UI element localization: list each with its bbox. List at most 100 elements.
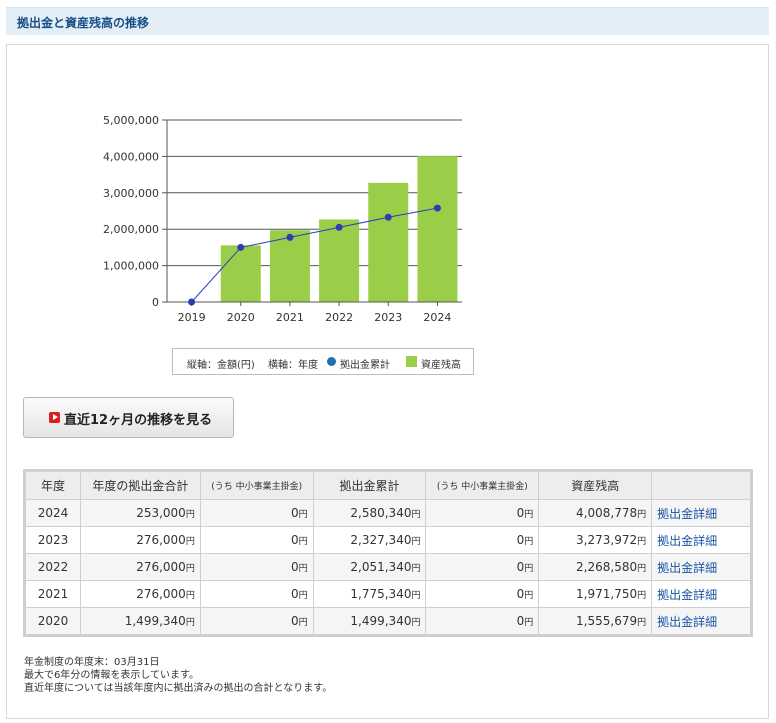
x-tick-label: 2022	[325, 311, 353, 324]
asset-bar	[417, 156, 458, 302]
contribution-point	[286, 233, 294, 241]
yen-unit: 円	[411, 537, 421, 547]
yen-unit: 円	[524, 510, 534, 520]
yen-unit: 円	[298, 618, 308, 628]
yen-unit: 円	[185, 591, 195, 601]
view-12-months-button[interactable]: 直近12ヶ月の推移を見る	[23, 397, 234, 438]
yen-unit: 円	[411, 564, 421, 574]
view-12-months-label: 直近12ヶ月の推移を見る	[64, 413, 213, 428]
cell-assets-value: 1,555,679	[576, 614, 638, 628]
table-row: 2023 276,000円 0円 2,327,340円 0円 3,273,972円 拠出金詳…	[25, 526, 751, 554]
cell-cumulative-value: 2,051,340	[350, 560, 412, 574]
yen-unit: 円	[637, 591, 647, 601]
contribution-detail-link[interactable]: 拠出金詳細	[657, 534, 717, 548]
cell-cumulative-value: 1,499,340	[350, 614, 412, 628]
yen-unit: 円	[185, 537, 195, 547]
cell-annual-total-value: 276,000	[136, 560, 186, 574]
cell-year-value: 2023	[37, 533, 69, 547]
header-cumulative: 拠出金累計	[312, 471, 427, 500]
y-tick-label: 3,000,000	[103, 187, 159, 200]
cell-annual-total: 276,000円	[79, 553, 201, 581]
cell-annual-sme-value: 0	[290, 506, 299, 520]
cell-annual-sme-value: 0	[290, 614, 299, 628]
y-tick-label: 1,000,000	[103, 260, 159, 273]
note-fiscal-year-end: 年金制度の年度末：03月31日	[24, 657, 160, 668]
yen-unit: 円	[298, 591, 308, 601]
contribution-detail-link[interactable]: 拠出金詳細	[657, 588, 717, 602]
legend-contrib-marker	[327, 357, 336, 366]
cell-year: 2021	[25, 580, 81, 608]
cell-cumulative: 1,499,340円	[312, 607, 427, 635]
cell-cumulative: 1,775,340円	[312, 580, 427, 608]
x-tick-label: 2019	[178, 311, 206, 324]
yen-unit: 円	[637, 537, 647, 547]
cell-annual-total-value: 253,000	[136, 506, 186, 520]
cell-cumulative-sme: 0円	[425, 607, 540, 635]
contribution-point	[384, 213, 392, 221]
note-current-year: 直近年度については当該年度内に拠出済みの拠出の合計となります。	[24, 683, 333, 694]
asset-bar	[220, 245, 261, 302]
asset-bar	[368, 182, 409, 302]
cell-annual-total: 253,000円	[79, 499, 201, 527]
legend-assets-marker	[406, 356, 417, 367]
yen-unit: 円	[411, 510, 421, 520]
yen-unit: 円	[524, 618, 534, 628]
yen-unit: 円	[637, 564, 647, 574]
contribution-detail-link[interactable]: 拠出金詳細	[657, 615, 717, 629]
header-assets: 資産残高	[538, 471, 653, 500]
cell-year-value: 2020	[37, 614, 69, 628]
y-tick-label: 2,000,000	[103, 223, 159, 236]
cell-cumulative-sme: 0円	[425, 553, 540, 581]
yen-unit: 円	[298, 510, 308, 520]
cell-cumulative: 2,580,340円	[312, 499, 427, 527]
cell-assets: 1,555,679円	[538, 607, 653, 635]
x-tick-label: 2021	[276, 311, 304, 324]
cell-link: 拠出金詳細	[651, 607, 751, 635]
cell-annual-total-value: 276,000	[136, 587, 186, 601]
asset-bar	[269, 230, 310, 302]
header-annual-total: 年度の拠出金合計	[79, 471, 201, 500]
cell-year-value: 2024	[37, 506, 69, 520]
yen-unit: 円	[524, 591, 534, 601]
y-tick-label: 4,000,000	[103, 150, 159, 163]
contribution-detail-link[interactable]: 拠出金詳細	[657, 561, 717, 575]
note-max-years: 最大で6年分の情報を表示しています。	[24, 670, 200, 681]
cell-year: 2020	[25, 607, 81, 635]
cell-assets-value: 4,008,778	[576, 506, 638, 520]
chart-legend: 縦軸：金額(円) 横軸：年度 拠出金累計 資産残高	[172, 348, 474, 375]
cell-annual-sme: 0円	[199, 499, 314, 527]
header-annual-sme: (うち 中小事業主掛金)	[199, 471, 314, 500]
cell-annual-sme: 0円	[199, 580, 314, 608]
cell-assets: 2,268,580円	[538, 553, 653, 581]
cell-cumulative-sme: 0円	[425, 499, 540, 527]
cell-assets: 3,273,972円	[538, 526, 653, 554]
cell-year: 2024	[25, 499, 81, 527]
legend-vertical-axis: 縦軸：金額(円)	[187, 360, 255, 371]
cell-cumulative-value: 2,327,340	[350, 533, 412, 547]
play-icon	[49, 412, 60, 423]
yen-unit: 円	[411, 591, 421, 601]
legend-horizontal-axis: 横軸：年度	[268, 360, 318, 371]
yen-unit: 円	[185, 618, 195, 628]
yen-unit: 円	[524, 564, 534, 574]
cell-cumulative-value: 2,580,340	[350, 506, 412, 520]
y-tick-label: 0	[152, 296, 159, 309]
yen-unit: 円	[298, 537, 308, 547]
x-tick-label: 2024	[423, 311, 451, 324]
header-link	[651, 471, 751, 500]
cell-year: 2023	[25, 526, 81, 554]
yen-unit: 円	[637, 618, 647, 628]
cell-annual-total: 276,000円	[79, 526, 201, 554]
yen-unit: 円	[298, 564, 308, 574]
table-row: 2022 276,000円 0円 2,051,340円 0円 2,268,580円 拠出金詳…	[25, 553, 751, 581]
cell-cumulative-value: 1,775,340	[350, 587, 412, 601]
contribution-point	[335, 223, 343, 231]
cell-annual-total: 1,499,340円	[79, 607, 201, 635]
yen-unit: 円	[637, 510, 647, 520]
contribution-detail-link[interactable]: 拠出金詳細	[657, 507, 717, 521]
contribution-asset-chart: 0 1,000,000 2,000,000 3,000,000 4,000,000 5,0…	[103, 114, 462, 324]
contribution-point	[188, 298, 196, 306]
cell-link: 拠出金詳細	[651, 580, 751, 608]
cell-assets-value: 1,971,750	[576, 587, 638, 601]
cell-cumulative-sme: 0円	[425, 580, 540, 608]
